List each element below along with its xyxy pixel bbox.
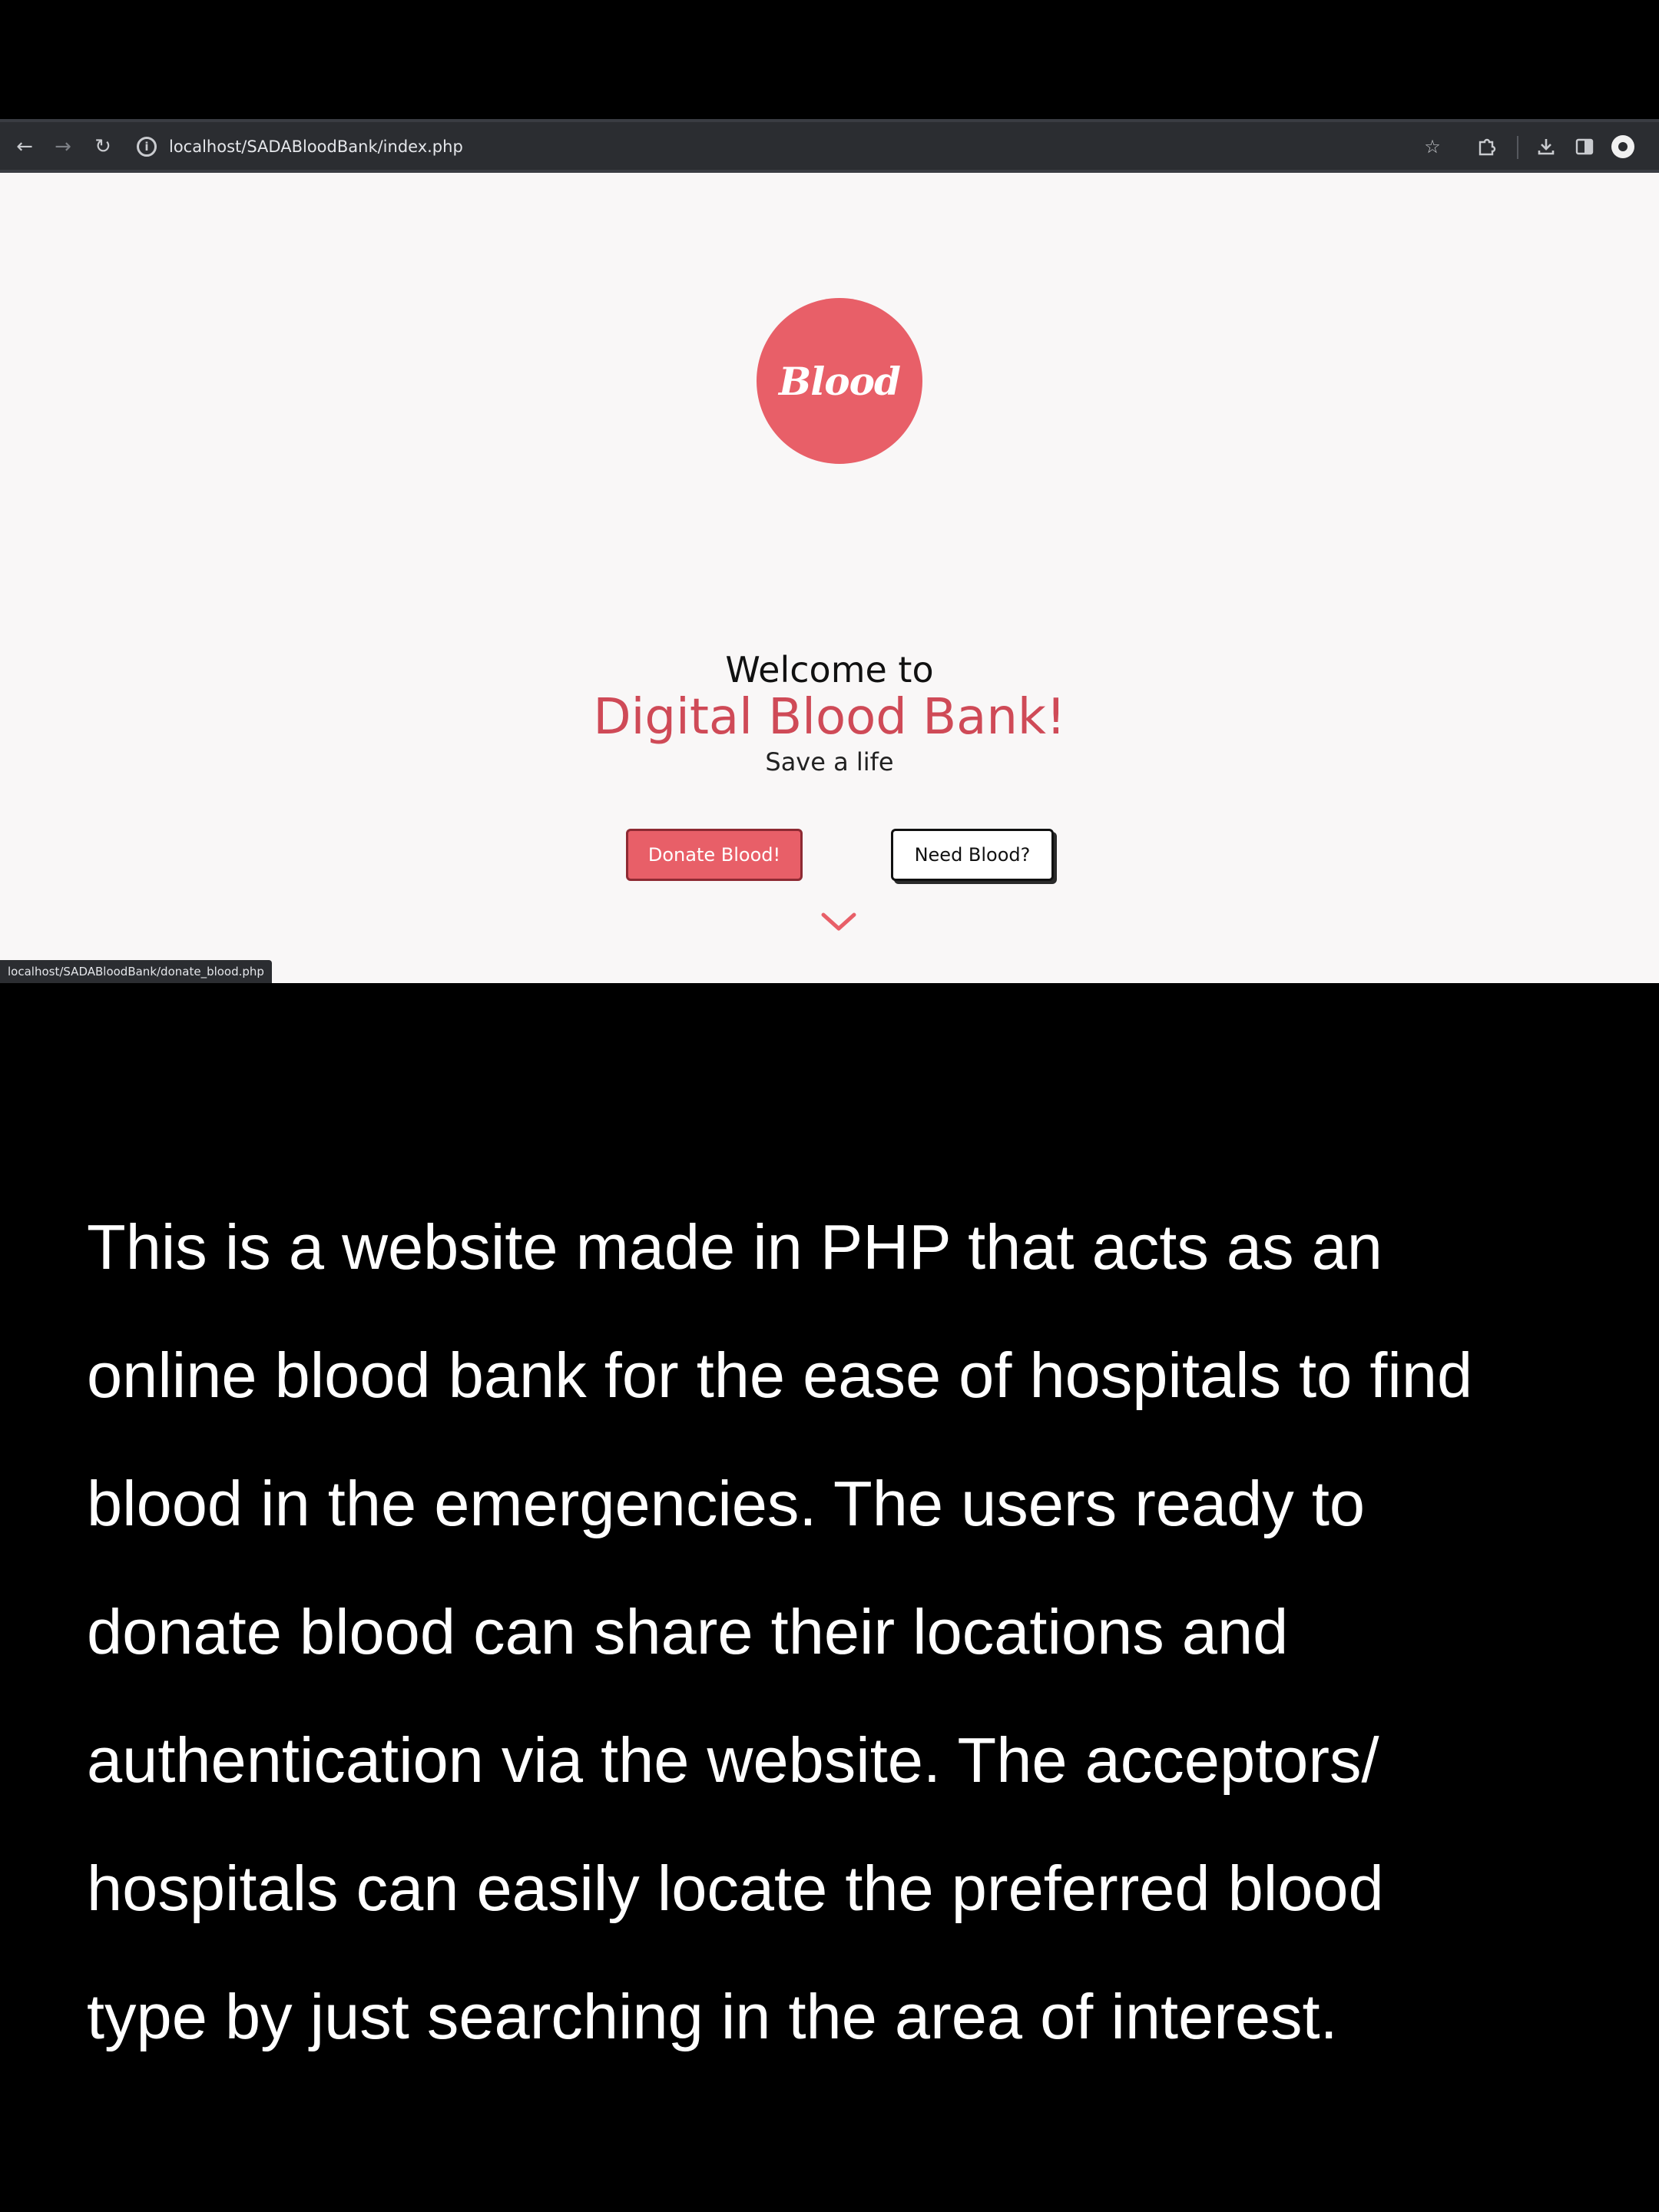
address-bar[interactable]: i localhost/SADABloodBank/index.php xyxy=(132,128,1438,165)
avatar xyxy=(1611,135,1634,158)
reload-icon[interactable]: ↻ xyxy=(88,131,118,162)
puzzle-icon xyxy=(1479,138,1496,156)
caption-line: online blood bank for the ease of hospit… xyxy=(87,1339,1473,1411)
web-page: Blood Welcome to Digital Blood Bank! Sav… xyxy=(0,173,1659,983)
hero-title: Digital Blood Bank! xyxy=(593,689,1066,746)
caption-line: type by just searching in the area of in… xyxy=(87,1981,1338,2052)
screenshot: ← → ↻ i localhost/SADABloodBank/index.ph… xyxy=(0,0,1659,2212)
profile-icon[interactable] xyxy=(1608,131,1638,162)
tagline: Save a life xyxy=(765,747,894,777)
donate-blood-button[interactable]: Donate Blood! xyxy=(626,829,803,881)
download-glyph xyxy=(1538,139,1555,155)
toolbar-separator xyxy=(1517,136,1518,159)
side-panel-icon[interactable] xyxy=(1569,131,1600,162)
logo-text: Blood xyxy=(779,358,901,404)
link-status-bubble: localhost/SADABloodBank/donate_blood.php xyxy=(0,960,272,983)
forward-arrow-icon[interactable]: → xyxy=(48,131,78,162)
side-panel-glyph xyxy=(1575,138,1594,155)
info-icon[interactable]: i xyxy=(137,137,157,157)
caption-line: blood in the emergencies. The users read… xyxy=(87,1468,1366,1539)
back-arrow-icon[interactable]: ← xyxy=(9,131,40,162)
need-blood-button[interactable]: Need Blood? xyxy=(891,829,1054,881)
browser-toolbar: ← → ↻ i localhost/SADABloodBank/index.ph… xyxy=(0,119,1659,173)
caption-line: donate blood can share their locations a… xyxy=(87,1596,1289,1667)
download-icon[interactable] xyxy=(1531,131,1561,162)
star-icon[interactable]: ☆ xyxy=(1417,131,1448,162)
welcome-text: Welcome to xyxy=(725,649,934,690)
caption-line: This is a website made in PHP that acts … xyxy=(87,1211,1382,1283)
caption-line: authentication via the website. The acce… xyxy=(87,1724,1379,1796)
blood-logo: Blood xyxy=(757,298,922,464)
chevron-down-icon[interactable] xyxy=(820,910,857,933)
caption-line: hospitals can easily locate the preferre… xyxy=(87,1853,1384,1924)
description-caption: This is a website made in PHP that acts … xyxy=(87,1183,1608,2081)
address-url: localhost/SADABloodBank/index.php xyxy=(169,137,463,156)
extensions-icon[interactable] xyxy=(1471,131,1502,162)
